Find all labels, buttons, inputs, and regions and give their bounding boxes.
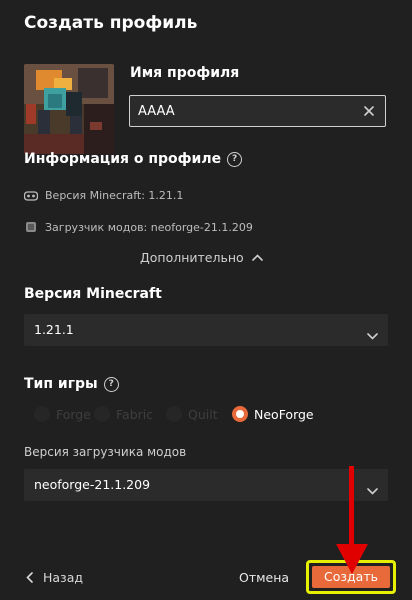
help-icon[interactable]: ? <box>227 152 243 167</box>
cancel-button[interactable]: Отмена <box>239 570 289 585</box>
radio-neoforge[interactable]: NeoForge <box>232 406 314 422</box>
minecraft-version-heading: Версия Minecraft <box>24 286 162 302</box>
loader-icon <box>24 220 38 237</box>
radio-dot <box>94 406 110 422</box>
minecraft-version-info: Версия Minecraft: 1.21.1 <box>23 189 184 205</box>
profile-info-heading: Информация о профиле? <box>24 151 243 167</box>
profile-info-heading-text: Информация о профиле <box>24 151 222 167</box>
profile-name-label: Имя профиля <box>130 65 240 81</box>
minecraft-version-text: Версия Minecraft: 1.21.1 <box>45 189 184 202</box>
minecraft-version-value: 1.21.1 <box>34 322 74 337</box>
radio-label: Forge <box>56 406 91 422</box>
profile-name-field[interactable] <box>129 95 386 127</box>
radio-dot <box>166 406 182 422</box>
radio-fabric[interactable]: Fabric <box>94 406 153 422</box>
radio-forge[interactable]: Forge <box>34 406 91 422</box>
profile-cover-image[interactable] <box>24 64 114 154</box>
radio-dot <box>34 406 50 422</box>
chevron-up-icon <box>251 249 263 264</box>
loader-version-label: Версия загрузчика модов <box>24 445 187 459</box>
red-arrow-annotation <box>330 466 374 576</box>
game-type-heading-text: Тип игры <box>24 376 98 392</box>
gamepad-icon <box>23 190 39 205</box>
help-icon[interactable]: ? <box>103 377 119 392</box>
radio-dot-selected <box>232 406 248 422</box>
profile-name-input[interactable] <box>130 96 350 126</box>
chevron-down-icon <box>367 325 378 344</box>
dialog-title: Создать профиль <box>24 13 198 33</box>
game-type-heading: Тип игры? <box>24 376 119 392</box>
minecraft-version-select[interactable]: 1.21.1 <box>24 314 388 346</box>
radio-label: NeoForge <box>254 406 314 422</box>
chevron-left-icon <box>26 571 33 586</box>
mod-loader-info: Загрузчик модов: neoforge-21.1.209 <box>24 220 253 237</box>
mod-loader-text: Загрузчик модов: neoforge-21.1.209 <box>45 221 253 234</box>
loader-version-value: neoforge-21.1.209 <box>34 477 151 492</box>
advanced-toggle-label: Дополнительно <box>140 250 244 265</box>
radio-label: Quilt <box>188 406 218 422</box>
clear-icon[interactable] <box>361 103 377 119</box>
radio-label: Fabric <box>116 406 154 422</box>
advanced-toggle[interactable]: Дополнительно <box>140 249 263 265</box>
radio-quilt[interactable]: Quilt <box>166 406 218 422</box>
back-label: Назад <box>43 570 84 585</box>
back-button[interactable]: Назад <box>26 570 83 586</box>
